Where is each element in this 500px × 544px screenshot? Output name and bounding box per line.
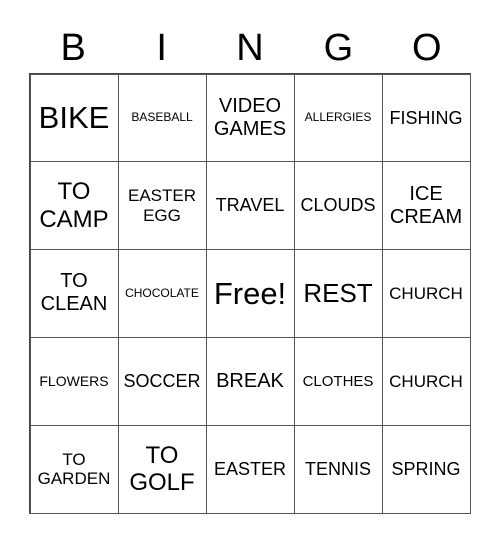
header-letter-b: B (60, 27, 86, 69)
bingo-cell[interactable]: CLOUDS (293, 161, 383, 251)
bingo-cell[interactable]: TRAVEL (205, 161, 295, 251)
bingo-cell[interactable]: BREAK (205, 336, 295, 426)
header-letter-o: O (412, 27, 442, 69)
bingo-cell[interactable]: FISHING (381, 73, 471, 163)
bingo-cell[interactable]: SPRING (381, 424, 471, 514)
bingo-cell[interactable]: TO GARDEN (29, 424, 119, 514)
free-space-cell[interactable]: Free! (205, 249, 295, 338)
bingo-header: B I N G O (29, 22, 471, 74)
header-letter-i: I (156, 27, 167, 69)
bingo-cell[interactable]: ICE CREAM (381, 161, 471, 251)
bingo-cell[interactable]: BASEBALL (117, 73, 207, 163)
bingo-cell[interactable]: EASTER (205, 424, 295, 514)
bingo-cell[interactable]: EASTER EGG (117, 161, 207, 251)
bingo-cell[interactable]: TO CAMP (29, 161, 119, 251)
bingo-cell[interactable]: CHURCH (381, 249, 471, 338)
bingo-cell[interactable]: TO GOLF (117, 424, 207, 514)
bingo-cell[interactable]: CHOCOLATE (117, 249, 207, 338)
bingo-cell[interactable]: ALLERGIES (293, 73, 383, 163)
bingo-cell[interactable]: REST (293, 249, 383, 338)
bingo-cell[interactable]: SOCCER (117, 336, 207, 426)
bingo-cell[interactable]: TO CLEAN (29, 249, 119, 338)
header-letter-n: N (236, 27, 264, 69)
header-letter-g: G (323, 27, 354, 69)
bingo-cell[interactable]: FLOWERS (29, 336, 119, 426)
bingo-cell[interactable]: BIKE (29, 73, 119, 163)
bingo-cell[interactable]: CHURCH (381, 336, 471, 426)
bingo-card-grid: BIKE BASEBALL VIDEO GAMES ALLERGIES FISH… (29, 73, 471, 514)
bingo-cell[interactable]: VIDEO GAMES (205, 73, 295, 163)
bingo-cell[interactable]: CLOTHES (293, 336, 383, 426)
bingo-cell[interactable]: TENNIS (293, 424, 383, 514)
